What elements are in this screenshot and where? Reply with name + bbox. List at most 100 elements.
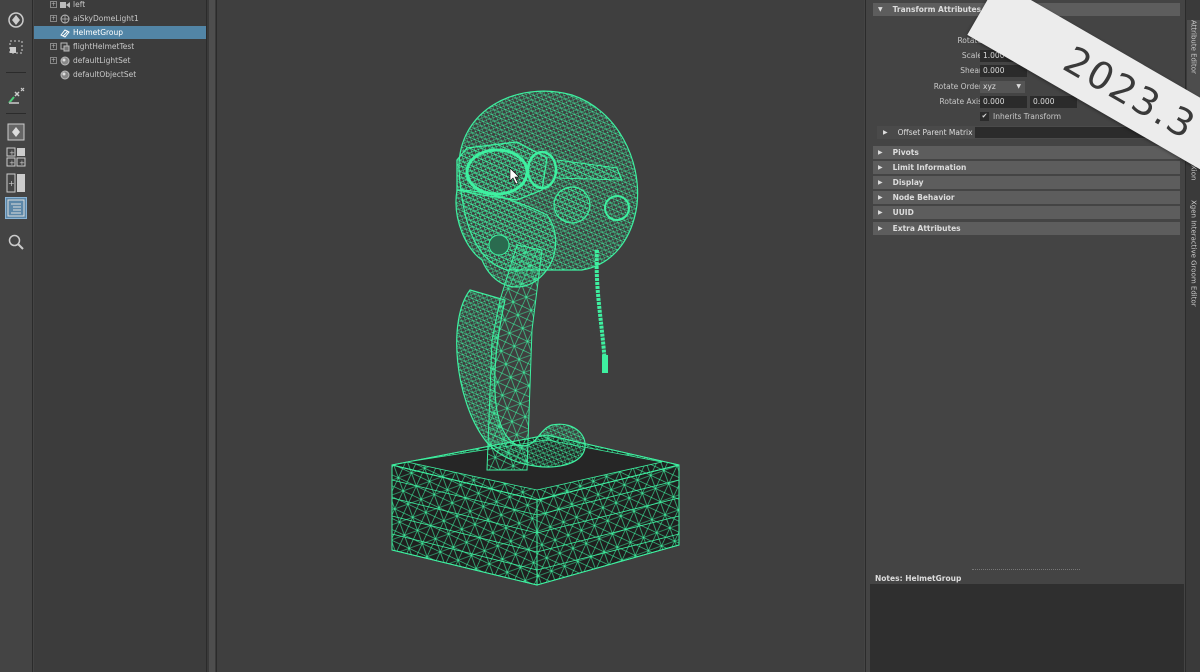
outliner-item-left[interactable]: + left [34, 0, 206, 11]
rotate-axis-row: Rotate Axis 0.000 0.000 [873, 96, 1180, 109]
helmet-wireframe-model[interactable] [217, 0, 864, 672]
rotate-axis-y-field[interactable]: 0.000 [1030, 96, 1077, 108]
outliner-scrollbar[interactable] [206, 0, 217, 672]
cable-jack [602, 355, 608, 373]
outliner-item-label: left [73, 0, 86, 9]
camera-icon [60, 0, 70, 9]
outliner-item-skydome[interactable]: + aiSkyDomeLight1 [34, 12, 206, 25]
four-view-layout-button[interactable]: + + + [5, 146, 27, 168]
outliner-item-flighthelmettest[interactable]: + flightHelmetTest [34, 40, 206, 53]
expand-triangle-icon: ▶ [878, 194, 883, 201]
outliner-item-helmetgroup[interactable]: HelmetGroup [34, 26, 206, 39]
toolbox: + + + + [0, 0, 33, 672]
notes-splitter[interactable] [972, 569, 1080, 570]
inherits-transform-row: ✔ Inherits Transform [873, 111, 1180, 124]
skydome-light-icon [60, 14, 70, 23]
move-tool-icon [8, 12, 24, 28]
outliner-item-defaultobjectset[interactable]: defaultObjectSet [34, 68, 206, 81]
move-tool-button[interactable] [5, 9, 27, 31]
single-view-icon [7, 123, 25, 141]
two-view-icon: + [6, 173, 25, 193]
section-transform-attributes[interactable]: ▼ Transform Attributes [873, 3, 1180, 16]
rotate-attr-row: Rotate [873, 35, 1180, 48]
3d-viewport[interactable] [217, 0, 864, 672]
section-title: Transform Attributes [892, 5, 982, 14]
tab-attribute-editor[interactable]: Attribute Editor [1187, 20, 1200, 140]
shear-label: Shear [960, 66, 982, 75]
two-view-layout-button[interactable]: + [5, 172, 27, 194]
set-icon [60, 56, 70, 65]
section-extra-attributes[interactable]: ▶ Extra Attributes [873, 222, 1180, 235]
collapse-triangle-icon: ▼ [878, 6, 883, 13]
section-title: Offset Parent Matrix [897, 128, 973, 137]
set-icon [60, 70, 70, 79]
svg-text:+: + [8, 179, 15, 188]
outliner-item-defaultlightset[interactable]: + defaultLightSet [34, 54, 206, 67]
sculpt-tool-button[interactable] [5, 85, 27, 107]
tab-label: Attribute Editor [1189, 20, 1198, 74]
tab-label: Xion [1189, 165, 1198, 181]
expand-plus-icon[interactable]: + [50, 43, 57, 50]
ear-piece [553, 186, 591, 224]
section-node-behavior[interactable]: ▶ Node Behavior [873, 191, 1180, 204]
section-pivots[interactable]: ▶ Pivots [873, 146, 1180, 159]
rotate-axis-x-field[interactable]: 0.000 [980, 96, 1027, 108]
tab-label: Xgen Interactive Groom Editor [1189, 200, 1198, 307]
notes-node-name: HelmetGroup [905, 574, 962, 583]
outliner-item-label: aiSkyDomeLight1 [73, 14, 139, 23]
shear-x-field[interactable]: 0.000 [980, 65, 1027, 77]
section-limit-information[interactable]: ▶ Limit Information [873, 161, 1180, 174]
expand-plus-icon[interactable]: + [50, 15, 57, 22]
section-title: Display [892, 178, 924, 187]
outliner-item-label: defaultObjectSet [73, 70, 137, 79]
section-title: Node Behavior [892, 193, 955, 202]
inherits-transform-checkbox[interactable]: ✔ [980, 112, 989, 121]
offset-parent-matrix-field[interactable] [975, 127, 1180, 138]
expand-triangle-icon: ▶ [878, 209, 883, 216]
section-title: Pivots [892, 148, 919, 157]
expand-plus-icon[interactable]: + [50, 57, 57, 64]
section-uuid[interactable]: ▶ UUID [873, 206, 1180, 219]
section-offset-parent-matrix[interactable]: ▶ Offset Parent Matrix [877, 126, 1180, 139]
section-title: Extra Attributes [892, 224, 961, 233]
outliner-layout-button[interactable] [5, 197, 27, 219]
expand-triangle-icon: ▶ [878, 225, 883, 232]
rotate-order-value: xyz [983, 82, 996, 91]
scale-x-field[interactable]: 1.000 [980, 50, 1027, 62]
paint-brush-icon [8, 87, 25, 104]
rotate-order-label: Rotate Order [933, 82, 982, 91]
notes-textarea[interactable] [870, 584, 1184, 672]
outliner-panel: + left + aiSkyDomeLight1 HelmetGroup + f… [34, 0, 206, 672]
rotate-axis-label: Rotate Axis [939, 97, 983, 106]
tab-xgen-groom-editor[interactable]: Xgen Interactive Groom Editor [1187, 200, 1200, 340]
outliner-item-label: flightHelmetTest [73, 42, 135, 51]
inherits-transform-label: Inherits Transform [993, 112, 1062, 121]
notes-label: Notes: [875, 574, 903, 583]
marquee-icon [9, 40, 23, 54]
magnifier-icon [8, 234, 24, 250]
expand-triangle-icon: ▶ [883, 129, 888, 136]
mask-valve [488, 234, 510, 256]
expand-plus-icon[interactable]: + [50, 1, 57, 8]
svg-text:+: + [9, 159, 15, 167]
scrollbar-thumb[interactable] [209, 0, 215, 672]
shear-attr-row: Shear 0.000 [873, 65, 1180, 78]
outliner-list-icon [7, 199, 25, 217]
marquee-tool-button[interactable] [5, 36, 27, 58]
dropdown-arrow-icon: ▼ [1016, 83, 1021, 90]
svg-text:+: + [19, 159, 25, 167]
section-title: Limit Information [892, 163, 967, 172]
expand-triangle-icon: ▶ [878, 164, 883, 171]
section-display[interactable]: ▶ Display [873, 176, 1180, 189]
single-view-layout-button[interactable] [5, 121, 27, 143]
radio-cable [594, 249, 607, 366]
toolbox-divider [6, 72, 26, 73]
tab-xion[interactable]: Xion [1187, 165, 1200, 185]
outliner-item-label: defaultLightSet [73, 56, 131, 65]
four-view-icon: + + + [6, 147, 26, 167]
search-tool-button[interactable] [5, 231, 27, 253]
side-tab-strip: Attribute Editor Xion Xgen Interactive G… [1185, 0, 1200, 672]
outliner-item-label: HelmetGroup [73, 28, 124, 37]
rotate-order-dropdown[interactable]: xyz ▼ [980, 81, 1025, 93]
scale-attr-row: Scale 1.000 [873, 50, 1180, 63]
